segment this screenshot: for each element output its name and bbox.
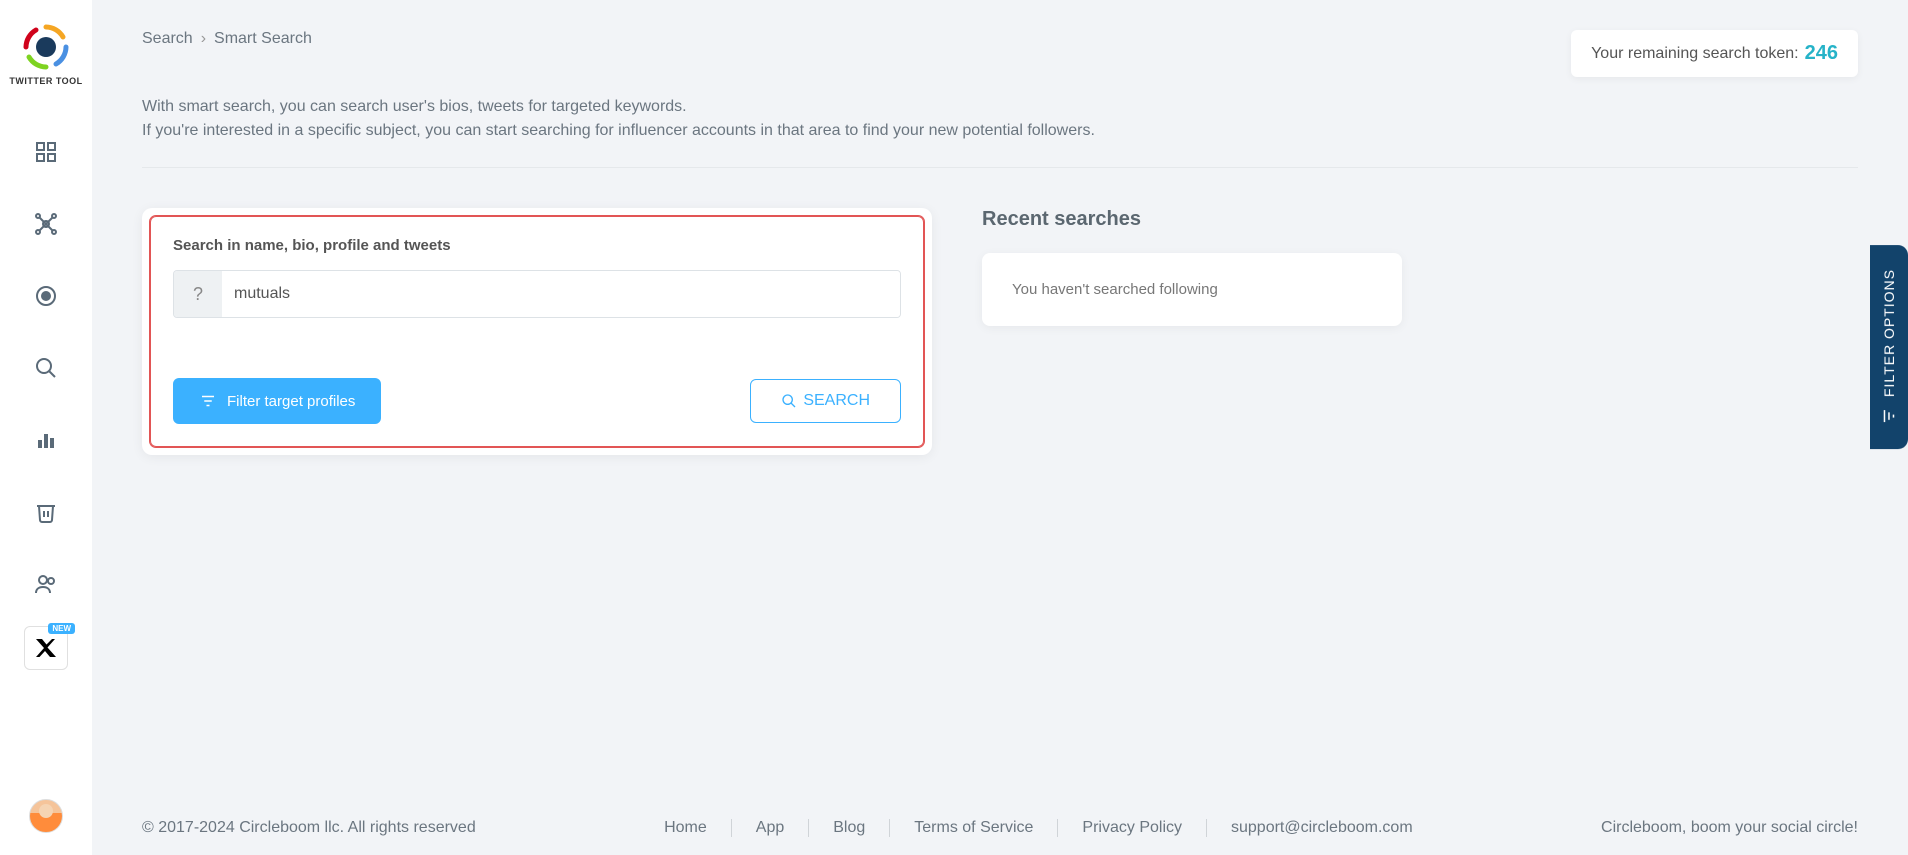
logo[interactable]: TWITTER TOOL [9,22,82,86]
token-value: 246 [1805,42,1838,65]
footer-link-app[interactable]: App [732,819,809,837]
search-input[interactable] [222,271,900,317]
new-badge: NEW [48,623,75,634]
sidebar: TWITTER TOOL NEW [0,0,92,855]
footer-link-privacy[interactable]: Privacy Policy [1058,819,1207,837]
logo-text: TWITTER TOOL [9,76,82,86]
divider [142,167,1858,168]
footer-link-support[interactable]: support@circleboom.com [1207,819,1437,837]
search-label: Search in name, bio, profile and tweets [173,237,901,254]
sidebar-item-circle[interactable] [22,272,70,320]
tagline: Circleboom, boom your social circle! [1601,819,1858,837]
token-counter: Your remaining search token: 246 [1571,30,1858,77]
sidebar-item-search[interactable] [22,344,70,392]
breadcrumb-root[interactable]: Search [142,30,193,48]
sidebar-item-x[interactable]: NEW [24,626,68,670]
search-icon [781,393,797,409]
footer-links: Home App Blog Terms of Service Privacy P… [640,819,1437,837]
footer-link-home[interactable]: Home [640,819,732,837]
copyright: © 2017-2024 Circleboom llc. All rights r… [142,819,476,837]
breadcrumb: Search › Smart Search [142,30,312,48]
filter-profiles-button[interactable]: Filter target profiles [173,378,381,424]
main-content: Search › Smart Search Your remaining sea… [92,0,1908,855]
recent-searches: Recent searches You haven't searched fol… [982,208,1858,326]
filter-icon [1880,407,1898,425]
sidebar-item-analytics[interactable] [22,416,70,464]
search-input-group: ? [173,270,901,318]
filter-icon [199,392,217,410]
sidebar-item-trash[interactable] [22,488,70,536]
search-button[interactable]: SEARCH [750,379,901,423]
footer-link-blog[interactable]: Blog [809,819,890,837]
logo-icon [21,22,71,72]
recent-empty-card: You haven't searched following [982,253,1402,326]
chevron-right-icon: › [201,30,206,48]
sidebar-item-network[interactable] [22,200,70,248]
intro-text: With smart search, you can search user's… [142,95,1858,143]
footer-link-terms[interactable]: Terms of Service [890,819,1058,837]
recent-title: Recent searches [982,208,1858,231]
footer: © 2017-2024 Circleboom llc. All rights r… [92,799,1908,855]
sidebar-item-dashboard[interactable] [22,128,70,176]
filter-options-tab[interactable]: FILTER OPTIONS [1870,245,1908,449]
token-label: Your remaining search token: [1591,45,1799,63]
question-icon: ? [174,271,222,317]
avatar[interactable] [29,799,63,833]
sidebar-item-users[interactable] [22,560,70,608]
search-card: Search in name, bio, profile and tweets … [142,208,932,455]
breadcrumb-current: Smart Search [214,30,312,48]
